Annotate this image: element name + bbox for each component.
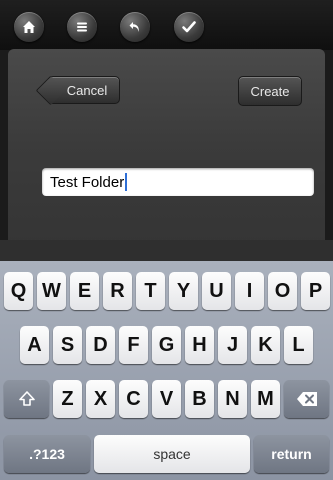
undo-button[interactable]	[120, 12, 150, 42]
key-u[interactable]: U	[202, 272, 231, 310]
menu-button[interactable]	[67, 12, 97, 42]
key-x[interactable]: X	[86, 380, 115, 418]
shift-arrow-icon	[18, 391, 35, 406]
cancel-label: Cancel	[66, 82, 108, 98]
key-o[interactable]: O	[268, 272, 297, 310]
backspace-icon	[296, 392, 317, 406]
cancel-button[interactable]: Cancel	[48, 76, 120, 104]
return-key[interactable]: return	[254, 435, 329, 473]
delete-key[interactable]	[284, 380, 329, 418]
key-f[interactable]: F	[119, 326, 148, 364]
key-d[interactable]: D	[86, 326, 115, 364]
done-button[interactable]	[174, 12, 204, 42]
shift-key[interactable]	[4, 380, 49, 418]
key-w[interactable]: W	[37, 272, 66, 310]
folder-name-input[interactable]: Test Folder	[42, 168, 314, 196]
key-k[interactable]: K	[251, 326, 280, 364]
key-b[interactable]: B	[185, 380, 214, 418]
key-s[interactable]: S	[53, 326, 82, 364]
key-t[interactable]: T	[136, 272, 165, 310]
keyboard: Q W E R T Y U I O P A S D F G H J K L Z …	[0, 261, 333, 480]
screen: Cancel Create Test Folder Q W E R T Y U …	[0, 0, 333, 480]
key-y[interactable]: Y	[169, 272, 198, 310]
key-g[interactable]: G	[152, 326, 181, 364]
text-caret	[125, 173, 128, 191]
create-button[interactable]: Create	[238, 76, 302, 106]
home-icon	[23, 21, 35, 33]
key-c[interactable]: C	[119, 380, 148, 418]
key-h[interactable]: H	[185, 326, 214, 364]
key-p[interactable]: P	[301, 272, 330, 310]
key-q[interactable]: Q	[4, 272, 33, 310]
key-e[interactable]: E	[70, 272, 99, 310]
dialog-bottom-area	[0, 240, 333, 261]
space-key[interactable]: space	[94, 435, 250, 473]
key-r[interactable]: R	[103, 272, 132, 310]
key-j[interactable]: J	[218, 326, 247, 364]
key-z[interactable]: Z	[53, 380, 82, 418]
key-m[interactable]: M	[251, 380, 280, 418]
menu-icon	[77, 22, 87, 32]
key-l[interactable]: L	[284, 326, 313, 364]
home-button[interactable]	[14, 12, 44, 42]
checkmark-icon	[182, 21, 196, 33]
key-n[interactable]: N	[218, 380, 247, 418]
key-a[interactable]: A	[20, 326, 49, 364]
top-toolbar	[0, 0, 333, 50]
folder-name-value: Test Folder	[50, 173, 125, 191]
create-label: Create	[250, 83, 290, 99]
key-v[interactable]: V	[152, 380, 181, 418]
key-i[interactable]: I	[235, 272, 264, 310]
numbers-key[interactable]: .?123	[4, 435, 90, 473]
undo-icon	[129, 22, 139, 32]
